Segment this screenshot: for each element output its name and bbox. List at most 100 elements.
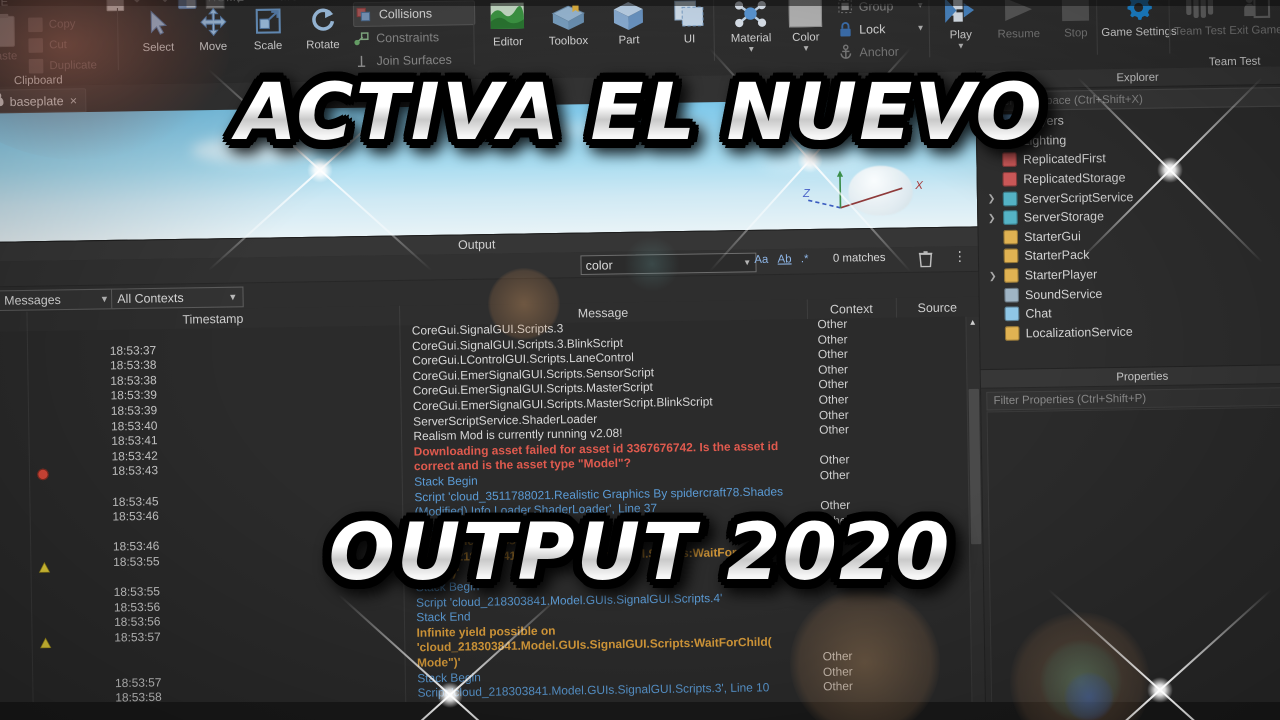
cloud-icon — [0, 96, 4, 107]
anchor-icon — [840, 44, 851, 59]
log-message: CoreGui.EmerSignalGUI.Scripts.MasterScri… — [412, 381, 653, 399]
rotate-icon — [309, 2, 336, 38]
ribbon-group-insert: Editor Toolbox Part UI — [477, 0, 714, 79]
explorer-filter-placeholder: Filter workspace (Ctrl+Shift+X) — [987, 92, 1143, 108]
output-panel: Output color ▼ Aa Ab .* 0 matches ⋮ Mess… — [0, 226, 986, 720]
material-button[interactable]: Material ▼ — [723, 0, 778, 65]
log-context: Other — [822, 665, 853, 679]
paste-button[interactable]: Paste — [0, 15, 25, 63]
explorer-item-label: Lighting — [1022, 132, 1067, 148]
output-search-input[interactable]: color ▼ — [580, 252, 757, 276]
log-message: CoreGui.EmerSignalGUI.Scripts.SensorScri… — [412, 366, 655, 384]
message-type-filter[interactable]: All Messages ▼ — [0, 288, 116, 312]
log-message: correct and is the asset type "Model"? — [413, 457, 632, 474]
log-timestamp: 18:53:56 — [114, 616, 161, 630]
explorer-node-icon — [1004, 306, 1020, 322]
log-message: Stack End — [416, 611, 471, 625]
properties-titlebar: Properties ❐ — [980, 365, 1280, 389]
column-context[interactable]: Context — [807, 301, 896, 317]
log-timestamp: 18:53:38 — [110, 359, 157, 373]
stop-button: Stop — [1052, 0, 1098, 49]
copy-button[interactable]: Copy — [28, 17, 76, 33]
chevron-down-icon[interactable]: ▼ — [957, 41, 965, 50]
trash-icon[interactable] — [918, 250, 934, 273]
log-timestamp: 18:53:57 — [114, 631, 161, 645]
ribbon-group-settings: Game Settings — [1100, 0, 1184, 69]
toolbox-button[interactable]: Toolbox — [544, 0, 593, 48]
chevron-down-icon[interactable]: ▼ — [802, 44, 810, 53]
output-log-list[interactable]: CoreGui.SignalGUI.Scripts.3 Other 18:53:37… — [0, 316, 986, 720]
log-message: Mode")' — [415, 566, 460, 580]
context-filter[interactable]: All Contexts ▼ — [110, 286, 244, 310]
lock-icon — [839, 21, 851, 36]
explorer-item-localizationservice[interactable]: LocalizationService — [980, 319, 1280, 343]
anchor-button[interactable]: Anchor — [838, 40, 926, 63]
color-button[interactable]: Color ▼ — [782, 0, 830, 64]
join-surfaces-toggle[interactable]: Join Surfaces — [354, 48, 476, 73]
chevron-down-icon[interactable]: ▼ — [743, 258, 751, 267]
ribbon-group-tools: Select Move Scale Rotate — [129, 2, 350, 84]
thumbnail-root: FILE ↶ ↷ ▼ HOME MODEL TEST VIEW Pas — [0, 0, 1280, 720]
explorer-item-label: ServerScriptService — [1023, 189, 1134, 206]
roblox-studio-window: FILE ↶ ↷ ▼ HOME MODEL TEST VIEW Pas — [0, 0, 1280, 720]
move-tool-button[interactable]: Move — [186, 4, 240, 53]
log-timestamp: 18:53:45 — [112, 495, 159, 509]
log-context: Other — [818, 378, 849, 392]
log-context: Other — [819, 454, 850, 468]
chevron-down-icon[interactable]: ▼ — [916, 23, 924, 32]
part-button[interactable]: Part — [604, 0, 653, 47]
close-icon[interactable]: × — [70, 93, 77, 108]
play-button[interactable]: Play ▼ — [936, 0, 984, 51]
select-tool-button[interactable]: Select — [131, 5, 185, 54]
explorer-item-label: ServerStorage — [1023, 209, 1105, 225]
match-case-toggle[interactable]: Aa — [754, 253, 768, 266]
file-tab-baseplate[interactable]: baseplate × — [0, 88, 87, 114]
vertical-dots-icon[interactable]: ⋮ — [953, 248, 967, 265]
ribbon-group-edit: Material ▼ Color ▼ Group Lock ▼ Anchor — [717, 0, 925, 75]
chevron-right-icon[interactable]: ❯ — [986, 193, 997, 205]
chevron-right-icon[interactable]: ❯ — [987, 270, 998, 282]
chevron-right-icon[interactable]: ❯ — [987, 212, 998, 224]
explorer-item-label: Chat — [1025, 306, 1052, 322]
warning-icon — [40, 635, 52, 649]
scroll-up-icon[interactable]: ▲ — [967, 316, 978, 329]
explorer-item-label: ReplicatedStorage — [1023, 170, 1126, 187]
join-surfaces-icon — [357, 55, 366, 67]
chevron-down-icon[interactable]: ▼ — [228, 292, 237, 302]
collisions-icon — [356, 7, 371, 21]
log-message: Stack Begin — [414, 475, 478, 489]
explorer-tree[interactable]: Players Lighting ReplicatedFirst Replicated… — [977, 107, 1280, 369]
output-search-options: Aa Ab .* — [754, 253, 808, 266]
log-context: Other — [818, 409, 849, 422]
chevron-down-icon[interactable]: ▼ — [100, 294, 109, 304]
scale-tool-button[interactable]: Scale — [241, 3, 295, 52]
cut-button[interactable]: Cut — [28, 38, 67, 53]
duplicate-button[interactable]: Duplicate — [28, 58, 97, 74]
log-message: ServerScriptService.ShaderLoader — [413, 413, 598, 429]
properties-title: Properties — [1116, 369, 1169, 384]
log-timestamp: 18:53:42 — [111, 450, 158, 464]
explorer-node-icon — [1002, 171, 1018, 187]
log-message: (Modified).Info.Loader.ShaderLoader', Li… — [414, 502, 658, 519]
rotate-tool-button[interactable]: Rotate — [296, 2, 350, 52]
viewport-3d[interactable]: X Z ❐ × — [0, 98, 978, 243]
column-source[interactable]: Source — [896, 300, 979, 316]
properties-list[interactable] — [986, 406, 1280, 720]
properties-filter-placeholder: Filter Properties (Ctrl+Shift+P) — [993, 392, 1147, 408]
explorer-item-label: Players — [1022, 113, 1064, 129]
regex-toggle[interactable]: .* — [801, 253, 809, 266]
ui-button[interactable]: UI — [665, 0, 714, 46]
log-timestamp: 18:53:55 — [113, 586, 161, 600]
move-arrows-icon — [198, 4, 228, 40]
scrollbar-thumb[interactable] — [968, 388, 982, 545]
chevron-down-icon[interactable]: ▼ — [747, 45, 755, 54]
log-message: Stack Begin — [415, 581, 480, 595]
ribbon-group-clipboard: Paste Copy Cut Duplicate Clipboard — [0, 6, 99, 87]
log-timestamp: 18:53:37 — [109, 344, 157, 358]
terrain-editor-button[interactable]: Editor — [483, 0, 532, 49]
match-word-toggle[interactable]: Ab — [778, 253, 792, 266]
output-search-value: color — [585, 257, 613, 273]
lock-button[interactable]: Lock ▼ — [837, 17, 925, 40]
constraints-toggle[interactable]: Constraints — [353, 25, 475, 50]
log-message: CoreGui.SignalGUI.Scripts.3 — [411, 322, 564, 338]
